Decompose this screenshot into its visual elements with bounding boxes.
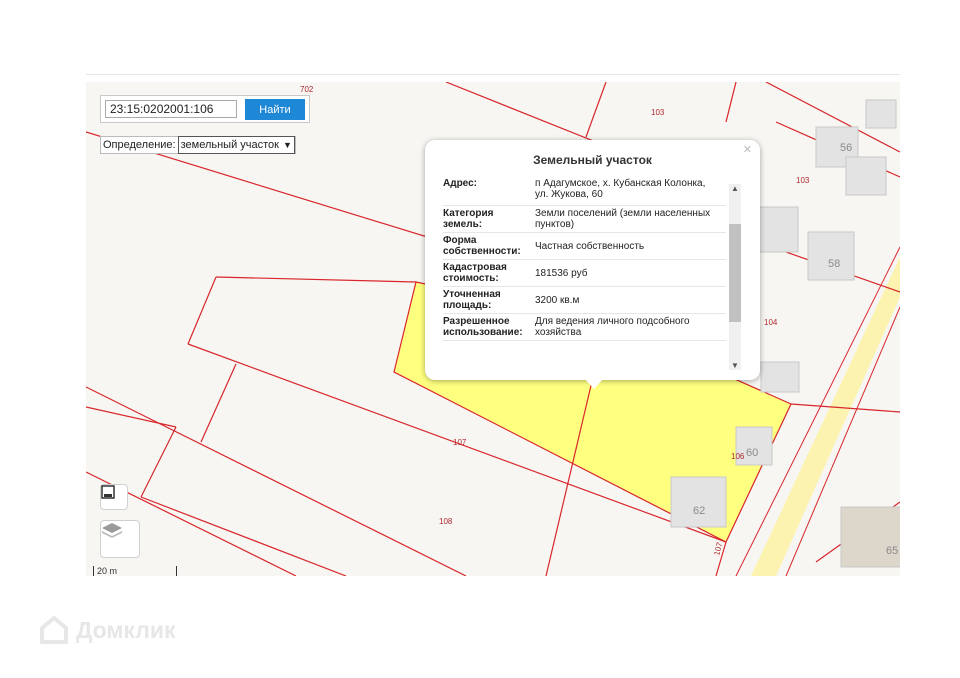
row-key: земель:	[443, 219, 483, 230]
row-key: собственности:	[443, 246, 521, 257]
building-65	[840, 506, 900, 568]
popup-scrollbar[interactable]: ▲ ▼	[729, 184, 741, 370]
find-button[interactable]: Найти	[245, 99, 305, 120]
chevron-down-icon: ▼	[283, 140, 292, 150]
definition-select[interactable]: земельный участок ▼	[177, 136, 295, 154]
row-key: использование:	[443, 327, 523, 338]
row-key: Уточненная	[443, 289, 501, 300]
row-key: Адрес:	[443, 178, 477, 189]
building-62	[670, 476, 727, 528]
row-key: Кадастровая	[443, 262, 507, 273]
row-value: 181536 руб	[535, 267, 588, 279]
row-key: Категория	[443, 208, 494, 219]
bookmark-icon	[101, 485, 115, 499]
definition-label: Определение:	[103, 139, 176, 151]
table-row: Разрешенное использование: Для ведения ли…	[443, 313, 726, 341]
map-label-108: 108	[439, 517, 453, 526]
map-label-106: 106	[731, 452, 745, 461]
table-row: Адрес: п Адагумское, х. Кубанская Колонк…	[443, 176, 726, 206]
watermark-text: Домклик	[76, 616, 176, 643]
row-key: Форма	[443, 235, 477, 246]
house-number-65: 65	[886, 545, 898, 557]
map-label-702: 702	[300, 85, 314, 94]
row-value: Для ведения личного подсобного	[535, 316, 690, 327]
house-number-60: 60	[746, 447, 758, 459]
row-value: ул. Жукова, 60	[535, 189, 603, 200]
map-label-103: 103	[796, 176, 810, 185]
map-scale: 20 m	[93, 566, 177, 576]
row-key: Разрешенное	[443, 316, 510, 327]
layers-button[interactable]	[100, 520, 140, 558]
row-value: Частная собственность	[535, 240, 645, 252]
map-label-103: 103	[651, 108, 665, 117]
row-key: площадь:	[443, 300, 492, 311]
row-value: п Адагумское, х. Кубанская Колонка,	[535, 178, 706, 189]
house-number-58: 58	[828, 258, 840, 270]
scroll-thumb[interactable]	[729, 224, 741, 322]
search-panel: Найти	[100, 95, 310, 123]
home-logo-icon	[40, 616, 68, 644]
table-row: Форма собственности: Частная собственност…	[443, 232, 726, 260]
table-row: Уточненная площадь: 3200 кв.м	[443, 286, 726, 314]
watermark: Домклик	[38, 614, 175, 646]
table-row: Категория земель: Земли поселений (земли …	[443, 205, 726, 233]
row-value: Земли поселений (земли населенных	[535, 208, 711, 219]
popup-title: Земельный участок	[533, 153, 652, 167]
scale-label: 20 m	[97, 566, 118, 576]
parcel-info-table: Адрес: п Адагумское, х. Кубанская Колонк…	[443, 176, 726, 341]
bookmark-button[interactable]	[100, 484, 128, 510]
building-58	[807, 231, 855, 281]
row-value: хозяйства	[535, 327, 582, 338]
top-divider	[86, 74, 900, 75]
map-label-104: 104	[764, 318, 778, 327]
popup-pointer	[584, 378, 604, 389]
house-number-56: 56	[840, 142, 852, 154]
parcel-info-popup: ✕ Земельный участок Адрес: п Адагумское,…	[425, 140, 760, 380]
table-row: Кадастровая стоимость: 181536 руб	[443, 259, 726, 287]
definition-panel: Определение: земельный участок ▼	[100, 136, 296, 154]
row-value: пунктов)	[535, 219, 575, 230]
map-label-107: 107	[453, 438, 467, 447]
layers-icon	[102, 523, 122, 538]
house-number-62: 62	[693, 505, 705, 517]
scroll-up-icon[interactable]: ▲	[731, 184, 739, 193]
scroll-down-icon[interactable]: ▼	[731, 361, 739, 370]
row-key: стоимость:	[443, 273, 499, 284]
cadastral-number-input[interactable]	[105, 100, 237, 118]
row-value: 3200 кв.м	[535, 294, 580, 306]
definition-selected-value: земельный участок	[180, 139, 279, 151]
